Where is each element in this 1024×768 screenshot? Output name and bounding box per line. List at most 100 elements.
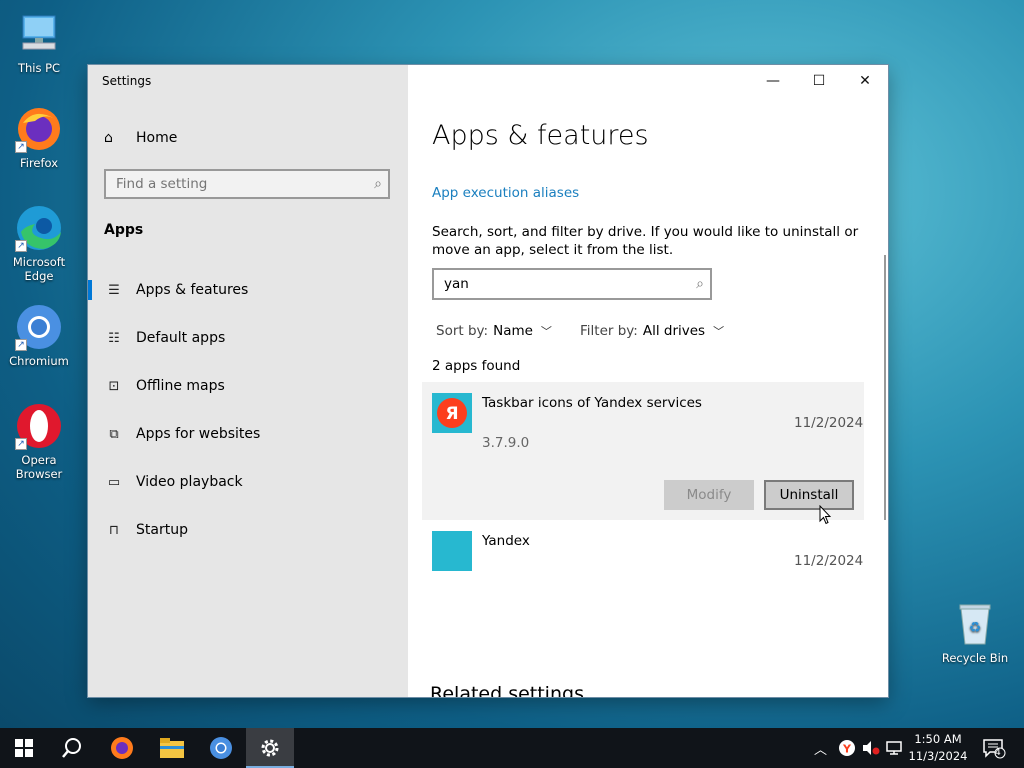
notification-icon	[983, 739, 1006, 759]
search-icon[interactable]: ⌕	[374, 176, 382, 192]
chevron-down-icon: ﹀	[540, 325, 552, 338]
mouse-cursor-icon	[819, 505, 831, 525]
search-icon[interactable]: ⌕	[696, 276, 704, 292]
app-search-box[interactable]: ⌕	[432, 268, 712, 300]
chevron-up-icon: ︿	[814, 742, 828, 758]
shortcut-arrow-icon: ↗	[15, 240, 27, 252]
taskbar-file-explorer[interactable]	[148, 728, 196, 768]
chromium-icon	[210, 737, 232, 759]
modify-button[interactable]: Modify	[664, 480, 754, 510]
network-button[interactable]	[886, 728, 902, 768]
app-name: Taskbar icons of Yandex services	[482, 395, 702, 411]
uninstall-button[interactable]: Uninstall	[764, 480, 854, 510]
yandex-app-icon	[432, 531, 472, 571]
sidebar-item-apps-features[interactable]: ☰ Apps & features	[88, 270, 408, 310]
apps-found-count: 2 apps found	[432, 358, 521, 374]
desktop-icon-chromium[interactable]: ↗ Chromium	[1, 303, 77, 368]
desktop-icon-this-pc[interactable]: This PC	[1, 10, 77, 75]
folder-icon	[160, 738, 184, 758]
this-pc-icon	[15, 10, 63, 58]
search-button[interactable]	[48, 728, 96, 768]
taskbar-firefox[interactable]	[98, 728, 146, 768]
home-nav-item[interactable]: ⌂ Home	[104, 128, 177, 148]
home-label: Home	[136, 130, 178, 146]
find-setting-search[interactable]: ⌕	[104, 169, 390, 199]
firefox-icon: ↗	[15, 105, 63, 153]
desktop-icon-recycle-bin[interactable]: ♻ Recycle Bin	[937, 600, 1013, 665]
sidebar-item-label: Apps for websites	[136, 426, 261, 442]
scrollbar[interactable]	[884, 255, 886, 520]
filter-value: All drives	[642, 323, 706, 339]
desktop-icon-label: Opera Browser	[15, 453, 63, 481]
taskbar-chromium[interactable]	[197, 728, 245, 768]
network-icon	[886, 741, 902, 755]
page-title: Apps & features	[432, 120, 649, 151]
minimize-button[interactable]: —	[750, 65, 796, 97]
related-settings-heading: Related settings	[430, 683, 584, 697]
shortcut-arrow-icon: ↗	[15, 339, 27, 351]
sidebar-item-offline-maps[interactable]: ⊡ Offline maps	[88, 366, 408, 406]
window-controls: — ☐ ✕	[750, 65, 888, 97]
startup-icon: ⊓	[108, 522, 120, 538]
edge-icon: ↗	[15, 204, 63, 252]
video-playback-icon: ▭	[107, 474, 121, 490]
find-setting-input[interactable]	[106, 171, 356, 197]
taskbar-settings[interactable]	[246, 728, 294, 768]
filter-label: Filter by:	[580, 323, 638, 339]
sidebar-item-apps-websites[interactable]: ⧉ Apps for websites	[88, 414, 408, 454]
sidebar-item-label: Video playback	[136, 474, 243, 490]
yandex-letter: Я	[445, 404, 458, 424]
close-button[interactable]: ✕	[842, 65, 888, 97]
show-hidden-icons-button[interactable]: ︿	[814, 728, 827, 768]
sidebar-item-label: Apps & features	[136, 282, 249, 298]
sort-by-dropdown[interactable]: Sort by: Name ﹀	[436, 323, 552, 339]
default-apps-icon: ☷	[108, 330, 120, 346]
description-text: Search, sort, and filter by drive. If yo…	[432, 224, 859, 258]
windows-logo-icon	[15, 739, 33, 757]
sidebar-item-startup[interactable]: ⊓ Startup	[88, 510, 408, 550]
notification-count-badge: 4	[995, 748, 1001, 758]
start-button[interactable]	[0, 728, 48, 768]
yandex-tray-icon: Y	[839, 740, 855, 756]
apps-websites-icon: ⧉	[109, 426, 119, 442]
chevron-down-icon: ﹀	[713, 325, 725, 338]
yandex-tray-button[interactable]: Y	[838, 728, 856, 768]
desktop-icon-firefox[interactable]: ↗ Firefox	[1, 105, 77, 170]
sidebar-item-label: Startup	[136, 522, 188, 538]
app-execution-aliases-link[interactable]: App execution aliases	[432, 185, 579, 201]
svg-text:Y: Y	[842, 743, 852, 756]
desktop-icon-label: Recycle Bin	[941, 651, 1009, 665]
svg-text:♻: ♻	[969, 620, 982, 636]
desktop-icon-label: This PC	[17, 61, 61, 75]
clock-time: 1:50 AM	[914, 732, 962, 746]
offline-maps-icon: ⊡	[108, 378, 120, 394]
sidebar-item-video-playback[interactable]: ▭ Video playback	[88, 462, 408, 502]
clock-date: 11/3/2024	[908, 749, 968, 763]
home-icon: ⌂	[104, 130, 113, 146]
volume-button[interactable]	[862, 728, 880, 768]
shortcut-arrow-icon: ↗	[15, 438, 27, 450]
shortcut-arrow-icon: ↗	[15, 141, 27, 153]
sidebar: Settings ⌂ Home ⌕ Apps ☰ Apps & features…	[88, 65, 408, 697]
desktop-icon-edge[interactable]: ↗ Microsoft Edge	[1, 204, 77, 283]
clock[interactable]: 1:50 AM 11/3/2024	[903, 731, 973, 765]
gear-icon	[261, 739, 279, 757]
filter-by-dropdown[interactable]: Filter by: All drives ﹀	[580, 323, 724, 339]
desktop-icon-label: Chromium	[9, 354, 69, 368]
app-install-date: 11/2/2024	[794, 553, 864, 569]
sidebar-item-label: Offline maps	[136, 378, 225, 394]
sidebar-section-title: Apps	[104, 222, 144, 238]
search-icon	[62, 738, 81, 758]
sort-label: Sort by:	[436, 323, 489, 339]
app-search-input[interactable]	[434, 270, 674, 298]
maximize-button[interactable]: ☐	[796, 65, 842, 97]
desktop-icon-opera[interactable]: ↗ Opera Browser	[1, 402, 77, 481]
action-center-button[interactable]: 4	[982, 728, 1006, 768]
sidebar-item-label: Default apps	[136, 330, 226, 346]
taskbar: ︿ Y 1:50 AM 11/3/2024 4	[0, 728, 1024, 768]
sidebar-item-default-apps[interactable]: ☷ Default apps	[88, 318, 408, 358]
settings-window: Settings ⌂ Home ⌕ Apps ☰ Apps & features…	[88, 65, 888, 697]
app-name: Yandex	[482, 533, 530, 549]
window-title: Settings	[102, 74, 152, 88]
desktop-icon-label: Microsoft Edge	[12, 255, 66, 283]
